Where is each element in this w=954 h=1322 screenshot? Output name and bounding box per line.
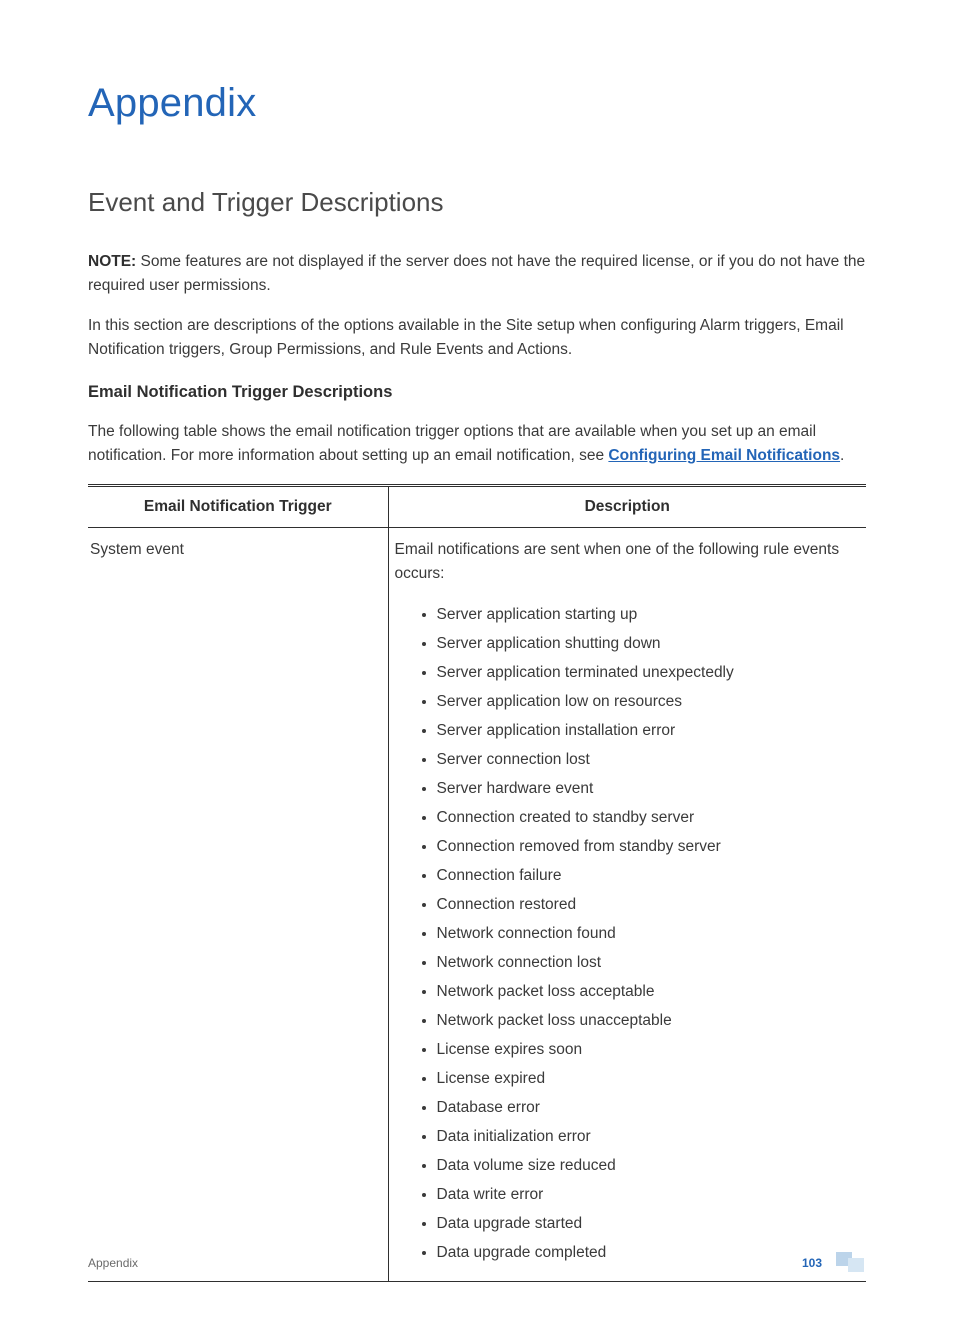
page-number: 103 bbox=[802, 1254, 822, 1273]
list-item: Connection created to standby server bbox=[437, 803, 861, 832]
list-item: Connection restored bbox=[437, 890, 861, 919]
note-label: NOTE: bbox=[88, 253, 136, 270]
intro-paragraph: In this section are descriptions of the … bbox=[88, 314, 866, 362]
subsection-intro-trailing: . bbox=[840, 447, 844, 464]
list-item: Server application starting up bbox=[437, 600, 861, 629]
section-heading: Event and Trigger Descriptions bbox=[88, 182, 866, 222]
note-paragraph: NOTE: Some features are not displayed if… bbox=[88, 250, 866, 298]
list-item: Data volume size reduced bbox=[437, 1151, 861, 1180]
list-item: Server application terminated unexpected… bbox=[437, 658, 861, 687]
list-item: Connection removed from standby server bbox=[437, 832, 861, 861]
email-notification-trigger-table: Email Notification Trigger Description S… bbox=[88, 484, 866, 1282]
page: Appendix Event and Trigger Descriptions … bbox=[0, 0, 954, 1322]
list-item: Connection failure bbox=[437, 861, 861, 890]
cell-description: Email notifications are sent when one of… bbox=[388, 527, 866, 1281]
list-item: Network connection found bbox=[437, 919, 861, 948]
footer-label: Appendix bbox=[88, 1254, 138, 1273]
list-item: Database error bbox=[437, 1093, 861, 1122]
list-item: Server hardware event bbox=[437, 774, 861, 803]
list-item: Data initialization error bbox=[437, 1122, 861, 1151]
page-title: Appendix bbox=[88, 72, 866, 134]
list-item: Data upgrade started bbox=[437, 1209, 861, 1238]
list-item: Server application low on resources bbox=[437, 687, 861, 716]
footer-logo-icon bbox=[836, 1252, 866, 1274]
subsection-intro: The following table shows the email noti… bbox=[88, 420, 866, 468]
list-item: Network connection lost bbox=[437, 948, 861, 977]
table-header-description: Description bbox=[388, 485, 866, 527]
cell-trigger: System event bbox=[88, 527, 388, 1281]
table-row: System event Email notifications are sen… bbox=[88, 527, 866, 1281]
list-item: License expired bbox=[437, 1064, 861, 1093]
list-item: Server connection lost bbox=[437, 745, 861, 774]
configuring-email-notifications-link[interactable]: Configuring Email Notifications bbox=[608, 447, 840, 464]
page-footer: Appendix 103 bbox=[88, 1252, 866, 1274]
description-lead: Email notifications are sent when one of… bbox=[395, 541, 840, 582]
list-item: Server application installation error bbox=[437, 716, 861, 745]
list-item: Data write error bbox=[437, 1180, 861, 1209]
table-header-trigger: Email Notification Trigger bbox=[88, 485, 388, 527]
footer-right: 103 bbox=[802, 1252, 866, 1274]
event-list: Server application starting up Server ap… bbox=[395, 600, 861, 1267]
list-item: Server application shutting down bbox=[437, 629, 861, 658]
note-text: Some features are not displayed if the s… bbox=[88, 253, 865, 294]
list-item: License expires soon bbox=[437, 1035, 861, 1064]
list-item: Network packet loss unacceptable bbox=[437, 1006, 861, 1035]
list-item: Network packet loss acceptable bbox=[437, 977, 861, 1006]
subsection-heading: Email Notification Trigger Descriptions bbox=[88, 380, 866, 406]
